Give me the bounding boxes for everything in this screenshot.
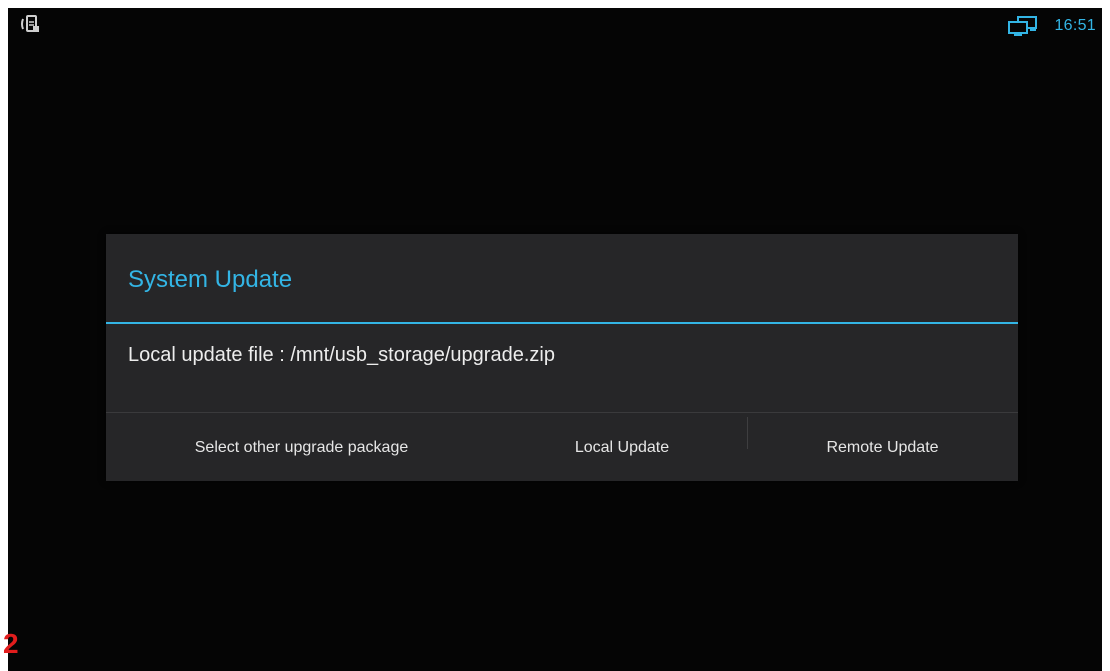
status-clock: 16:51 bbox=[1054, 17, 1096, 34]
ethernet-network-icon bbox=[1006, 15, 1040, 37]
status-bar: 16:51 bbox=[8, 8, 1102, 42]
title-divider bbox=[106, 322, 1018, 324]
local-update-button[interactable]: Local Update bbox=[497, 413, 747, 482]
button-separator bbox=[747, 417, 748, 449]
corner-step-number: 2 bbox=[3, 628, 19, 659]
dialog-title: System Update bbox=[128, 266, 293, 293]
notification-phone-icon bbox=[20, 14, 42, 34]
device-screen: 16:51 System Update Local update file : … bbox=[8, 8, 1102, 671]
select-other-package-label: Select other upgrade package bbox=[194, 438, 409, 456]
local-update-label: Local Update bbox=[574, 438, 670, 456]
system-update-dialog: System Update Local update file : /mnt/u… bbox=[106, 234, 1018, 481]
dialog-message: Local update file : /mnt/usb_storage/upg… bbox=[128, 344, 555, 366]
remote-update-button[interactable]: Remote Update bbox=[747, 413, 1018, 482]
remote-update-label: Remote Update bbox=[826, 438, 939, 456]
select-other-package-button[interactable]: Select other upgrade package bbox=[106, 413, 497, 482]
dialog-button-bar: Select other upgrade package Local Updat… bbox=[106, 412, 1018, 482]
